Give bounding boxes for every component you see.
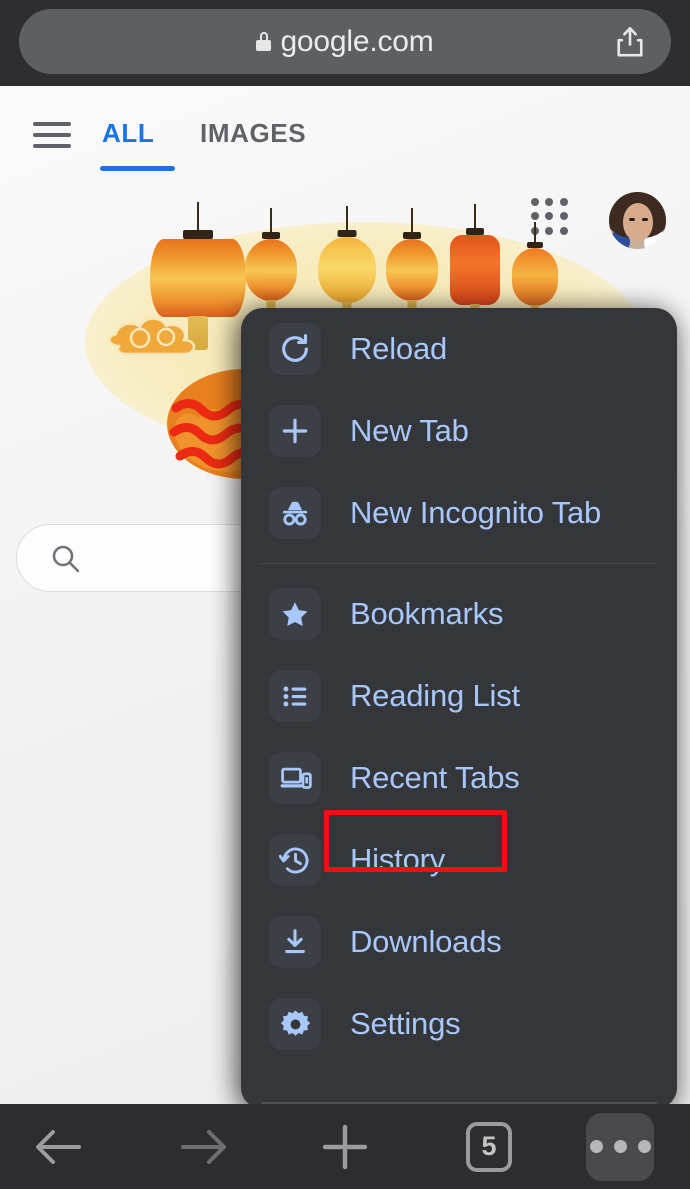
- devices-icon: [269, 752, 321, 804]
- menu-item-history[interactable]: History: [241, 810, 677, 901]
- menu-item-label: Bookmarks: [350, 596, 504, 631]
- tab-all[interactable]: ALL: [102, 118, 154, 149]
- menu-item-downloads[interactable]: Downloads: [241, 901, 677, 983]
- google-header: ALL IMAGES: [0, 86, 690, 249]
- new-tab-button[interactable]: [314, 1116, 376, 1178]
- search-icon: [52, 545, 80, 573]
- reload-icon: [269, 323, 321, 375]
- tab-switcher-button[interactable]: 5: [458, 1116, 520, 1178]
- menu-item-settings[interactable]: Settings: [241, 983, 677, 1065]
- menu-item-label: New Incognito Tab: [350, 495, 602, 530]
- tab-count-value: 5: [481, 1131, 497, 1161]
- more-dots-icon: [589, 1140, 651, 1153]
- lock-icon: [256, 32, 272, 51]
- hamburger-icon[interactable]: [33, 122, 71, 148]
- gear-icon: [269, 998, 321, 1050]
- address-bar[interactable]: google.com: [19, 9, 671, 74]
- menu-item-bookmarks[interactable]: Bookmarks: [241, 573, 677, 655]
- menu-item-reading-list[interactable]: Reading List: [241, 655, 677, 737]
- browser-menu: Reload New Tab New Incognito Tab Bookmar…: [241, 308, 677, 1108]
- history-highlight-box: [324, 810, 507, 872]
- lantern-6: [512, 222, 558, 318]
- back-button[interactable]: [28, 1116, 90, 1178]
- lantern-5: [450, 204, 500, 316]
- download-icon: [269, 916, 321, 968]
- list-icon: [269, 670, 321, 722]
- lantern-3: [318, 206, 376, 316]
- share-icon[interactable]: [615, 25, 645, 59]
- history-clock-icon: [269, 834, 321, 886]
- menu-divider: [261, 563, 657, 564]
- plus-icon: [322, 1124, 368, 1169]
- lantern-4: [386, 208, 438, 314]
- menu-item-new-tab[interactable]: New Tab: [241, 390, 677, 472]
- menu-item-reload[interactable]: Reload: [241, 308, 677, 390]
- back-arrow-icon: [36, 1129, 81, 1164]
- menu-item-recent-tabs[interactable]: Recent Tabs: [241, 737, 677, 819]
- menu-item-label: Downloads: [350, 924, 502, 959]
- more-menu-button[interactable]: [586, 1112, 654, 1181]
- browser-top-bar: google.com: [0, 0, 690, 86]
- menu-item-label: Settings: [350, 1006, 461, 1041]
- star-icon: [269, 588, 321, 640]
- menu-item-label: New Tab: [350, 413, 469, 448]
- incognito-icon: [269, 487, 321, 539]
- menu-item-label: Reload: [350, 331, 448, 366]
- browser-bottom-toolbar: 5: [0, 1104, 690, 1189]
- forward-arrow-icon: [181, 1129, 226, 1164]
- forward-button[interactable]: [172, 1116, 234, 1178]
- menu-item-label: Recent Tabs: [350, 760, 520, 795]
- phone-screen: google.com ALL IMAGES Reload New Tab New…: [0, 0, 690, 1189]
- url-text: google.com: [280, 24, 434, 58]
- plus-icon: [269, 405, 321, 457]
- tab-count-box: 5: [466, 1121, 512, 1172]
- lantern-2: [245, 208, 297, 314]
- tab-active-indicator: [100, 166, 175, 171]
- menu-item-label: Reading List: [350, 678, 520, 713]
- tab-images[interactable]: IMAGES: [200, 118, 306, 149]
- menu-item-new-incognito-tab[interactable]: New Incognito Tab: [241, 472, 677, 554]
- menu-item-label: History: [324, 810, 507, 878]
